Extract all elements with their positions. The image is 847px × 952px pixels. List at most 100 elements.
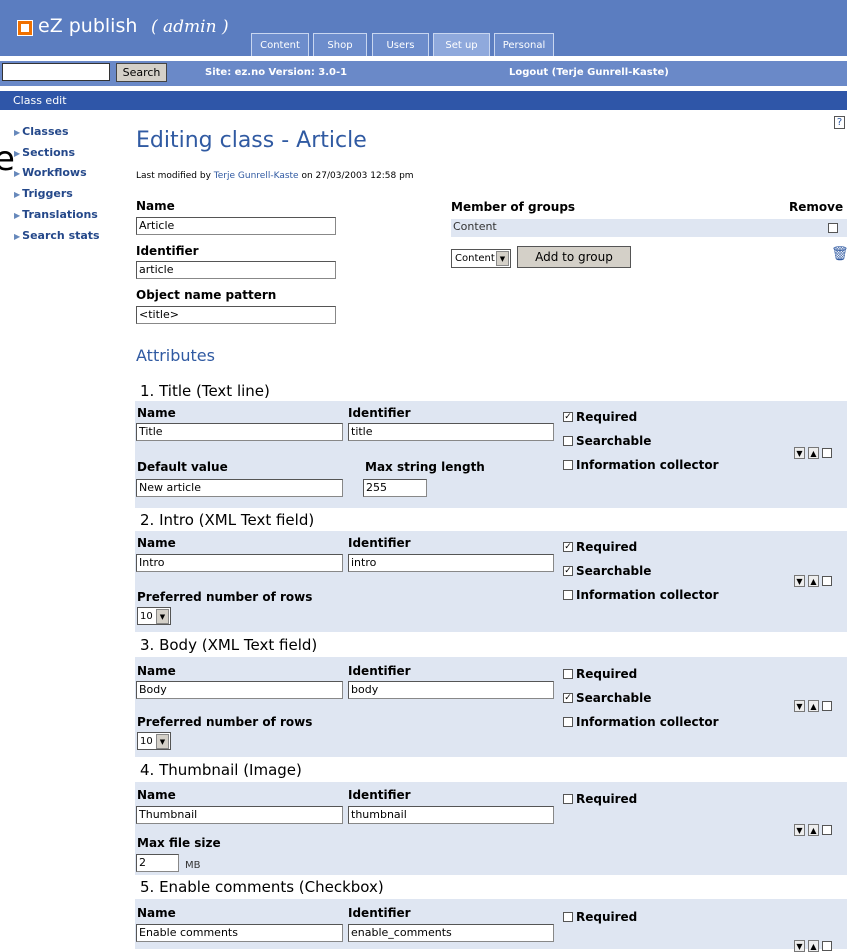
move-up-icon[interactable]: ▲ [808,575,819,587]
select-attribute-checkbox[interactable] [822,701,832,711]
move-up-icon[interactable]: ▲ [808,700,819,712]
max-string-length-input[interactable]: 255 [363,479,427,497]
move-down-icon[interactable]: ▼ [794,575,805,587]
required-checkbox[interactable]: ✓ Required [563,410,637,424]
sidebar-item-sections[interactable]: ▶ Sections [14,146,75,159]
attribute-name-label: Name [137,406,176,420]
attribute-identifier-input[interactable]: body [348,681,554,699]
preferred-rows-select[interactable]: 10 ▼ [137,607,171,625]
attribute-name-input[interactable]: Intro [136,554,343,572]
select-attribute-checkbox[interactable] [822,941,832,951]
info-collector-checkbox[interactable]: Information collector [563,715,719,729]
class-name-label: Name [136,199,175,213]
move-down-icon[interactable]: ▼ [794,824,805,836]
select-attribute-checkbox[interactable] [822,448,832,458]
attribute-title: 4. Thumbnail (Image) [140,761,302,779]
searchable-checkbox[interactable]: ✓ Searchable [563,564,651,578]
remove-group-checkbox[interactable] [828,223,838,233]
required-checkbox[interactable]: Required [563,910,637,924]
move-down-icon[interactable]: ▼ [794,940,805,952]
attribute-title: 1. Title (Text line) [140,382,270,400]
sidebar-item-translations[interactable]: ▶ Translations [14,208,98,221]
checkbox-checked-icon: ✓ [563,412,573,422]
attribute-name-input[interactable]: Title [136,423,343,441]
last-modified-user-link[interactable]: Terje Gunrell-Kaste [214,171,299,181]
checkbox-checked-icon: ✓ [563,566,573,576]
max-file-size-label: Max file size [137,836,221,850]
preferred-rows-select[interactable]: 10 ▼ [137,732,171,750]
searchable-checkbox[interactable]: Searchable [563,434,651,448]
class-identifier-input[interactable]: article [136,261,336,279]
help-icon[interactable]: ? [834,116,845,129]
info-collector-label: Information collector [576,588,719,602]
group-name: Content [453,220,497,233]
sidebar-item-label: Sections [22,146,76,159]
group-select[interactable]: Content ▼ [451,249,511,268]
default-value-input[interactable]: New article [136,479,343,497]
checkbox-icon [563,794,573,804]
attribute-panel [135,782,847,875]
attributes-heading: Attributes [136,346,215,365]
stray-letter: e [0,139,15,179]
arrow-right-icon: ▶ [14,169,21,178]
tab-setup[interactable]: Set up [433,33,490,56]
attribute-name-input[interactable]: Enable comments [136,924,343,942]
searchable-label: Searchable [576,691,652,705]
checkbox-icon [563,590,573,600]
required-checkbox[interactable]: Required [563,667,637,681]
attribute-identifier-input[interactable]: enable_comments [348,924,554,942]
attribute-identifier-input[interactable]: intro [348,554,554,572]
arrow-right-icon: ▶ [14,128,21,137]
attribute-title: 5. Enable comments (Checkbox) [140,878,384,896]
arrow-right-icon: ▶ [14,232,21,241]
logo-admin-label: ( admin ) [151,17,229,37]
select-attribute-checkbox[interactable] [822,576,832,586]
info-collector-checkbox[interactable]: Information collector [563,588,719,602]
attribute-name-input[interactable]: Body [136,681,343,699]
required-label: Required [576,910,638,924]
logout-link[interactable]: Logout (Terje Gunrell-Kaste) [509,67,669,78]
attribute-identifier-input[interactable]: title [348,423,554,441]
sidebar-item-triggers[interactable]: ▶ Triggers [14,187,73,200]
mb-unit-label: MB [185,860,201,871]
add-to-group-button[interactable]: Add to group [517,246,631,268]
required-checkbox[interactable]: Required [563,792,637,806]
attribute-identifier-input[interactable]: thumbnail [348,806,554,824]
max-file-size-input[interactable]: 2 [136,854,179,872]
preferred-rows-label: Preferred number of rows [137,590,313,604]
sidebar-item-workflows[interactable]: ▶ Workflows [14,166,87,179]
default-value-label: Default value [137,460,228,474]
info-collector-checkbox[interactable]: Information collector [563,458,719,472]
sidebar-item-search-stats[interactable]: ▶ Search stats [14,229,100,242]
object-name-pattern-input[interactable]: <title> [136,306,336,324]
arrow-right-icon: ▶ [14,190,21,199]
preferred-rows-value: 10 [140,610,153,622]
search-input[interactable] [2,63,110,81]
attribute-panel [135,657,847,757]
attribute-name-input[interactable]: Thumbnail [136,806,343,824]
search-button[interactable]: Search [116,63,167,82]
tab-shop[interactable]: Shop [313,33,367,56]
class-name-input[interactable]: Article [136,217,336,235]
object-name-pattern-label: Object name pattern [136,288,277,302]
tab-content[interactable]: Content [251,33,309,56]
chevron-down-icon: ▼ [156,609,169,624]
attribute-identifier-label: Identifier [348,906,411,920]
move-up-icon[interactable]: ▲ [808,824,819,836]
tab-users[interactable]: Users [372,33,429,56]
select-attribute-checkbox[interactable] [822,825,832,835]
arrow-right-icon: ▶ [14,149,21,158]
preferred-rows-value: 10 [140,735,153,747]
searchable-checkbox[interactable]: ✓ Searchable [563,691,651,705]
attribute-identifier-label: Identifier [348,406,411,420]
required-checkbox[interactable]: ✓ Required [563,540,637,554]
move-down-icon[interactable]: ▼ [794,700,805,712]
tab-personal[interactable]: Personal [494,33,554,56]
move-down-icon[interactable]: ▼ [794,447,805,459]
move-up-icon[interactable]: ▲ [808,447,819,459]
attribute-movers: ▼ ▲ [794,575,832,587]
class-identifier-label: Identifier [136,244,199,258]
sidebar-item-classes[interactable]: ▶ Classes [14,125,69,138]
trash-icon[interactable]: 🗑 [831,246,847,262]
move-up-icon[interactable]: ▲ [808,940,819,952]
